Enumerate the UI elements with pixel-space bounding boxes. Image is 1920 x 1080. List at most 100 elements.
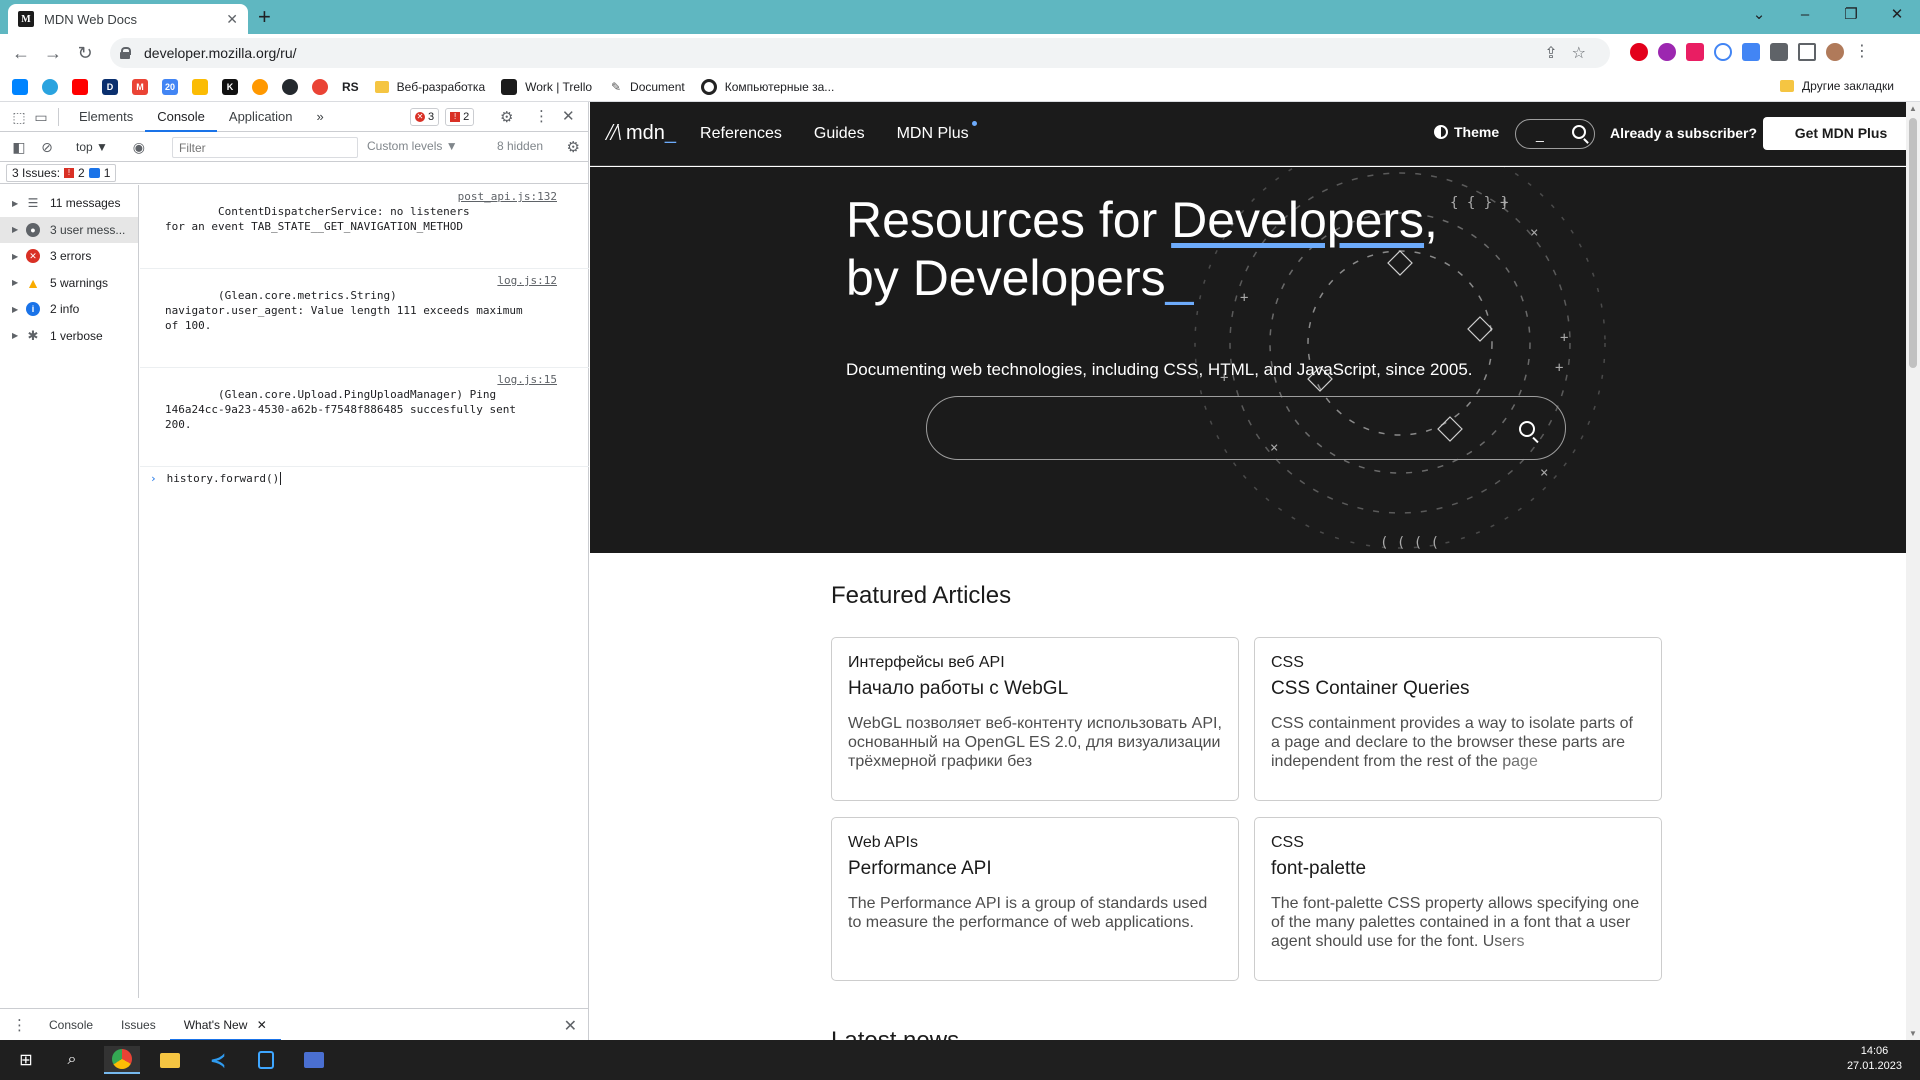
extensions-puzzle-icon[interactable] bbox=[1770, 43, 1788, 61]
drawer-tab-close-icon[interactable]: ✕ bbox=[257, 1018, 267, 1032]
bm-youtube-icon[interactable] bbox=[72, 78, 88, 95]
system-clock[interactable]: 14:06 27.01.2023 bbox=[1847, 1044, 1902, 1074]
new-tab-button[interactable]: + bbox=[258, 5, 271, 29]
bookmark-item[interactable]: Веб-разработка bbox=[374, 80, 485, 94]
bm-orange-icon[interactable] bbox=[252, 78, 268, 95]
remote-app-icon[interactable] bbox=[296, 1046, 332, 1074]
clear-console-icon[interactable]: ⊘ bbox=[38, 138, 56, 156]
hero-developers-link[interactable]: Developers bbox=[1171, 192, 1424, 248]
more-tabs-icon[interactable]: » bbox=[305, 102, 336, 132]
windows-start-icon[interactable]: ⊞ bbox=[8, 1046, 44, 1074]
console-prompt[interactable]: › history.forward() bbox=[140, 467, 589, 490]
share-icon[interactable]: ⇪ bbox=[1544, 45, 1571, 62]
header-search[interactable]: _ bbox=[1515, 119, 1595, 149]
get-mdn-plus-button[interactable]: Get MDN Plus bbox=[1763, 117, 1919, 150]
side-panel-icon[interactable] bbox=[1798, 43, 1816, 61]
card-category[interactable]: Интерфейсы веб API bbox=[848, 654, 1222, 672]
tab-search-icon[interactable]: ⌄ bbox=[1736, 0, 1782, 30]
browser-menu-icon[interactable]: ⋮ bbox=[1854, 43, 1870, 61]
scroll-down-icon[interactable]: ▼ bbox=[1909, 1029, 1917, 1038]
opera-extension-icon[interactable] bbox=[1630, 43, 1648, 61]
browser-tab[interactable]: M MDN Web Docs ✕ bbox=[8, 4, 248, 34]
restore-button[interactable]: ❐ bbox=[1828, 0, 1874, 30]
bookmark-item[interactable]: Work | Trello bbox=[501, 78, 592, 95]
bm-gmail-icon[interactable]: M bbox=[132, 78, 148, 95]
card-title[interactable]: font-palette bbox=[1271, 858, 1645, 880]
article-card[interactable]: Интерфейсы веб API Начало работы с WebGL… bbox=[831, 637, 1239, 801]
bm-rs[interactable]: RS bbox=[342, 80, 359, 94]
sidebar-item-errors[interactable]: ▶ ✕ 3 errors bbox=[0, 243, 138, 270]
source-link[interactable]: log.js:12 bbox=[497, 273, 557, 288]
tab-close-icon[interactable]: ✕ bbox=[226, 11, 238, 28]
extension-blue-icon[interactable] bbox=[1714, 43, 1732, 61]
hero-search-input[interactable] bbox=[926, 396, 1566, 460]
article-card[interactable]: Web APIs Performance API The Performance… bbox=[831, 817, 1239, 981]
card-title[interactable]: CSS Container Queries bbox=[1271, 678, 1645, 700]
settings-gear-icon[interactable]: ⚙ bbox=[500, 108, 513, 126]
drawer-tab-issues[interactable]: Issues bbox=[107, 1009, 170, 1041]
card-category[interactable]: CSS bbox=[1271, 654, 1645, 672]
device-toolbar-icon[interactable]: ▭ bbox=[32, 108, 50, 126]
console-settings-icon[interactable]: ⚙ bbox=[567, 138, 580, 156]
extension-pink-icon[interactable] bbox=[1686, 43, 1704, 61]
tab-console[interactable]: Console bbox=[145, 102, 217, 132]
error-count-badge[interactable]: ✕ 3 bbox=[410, 108, 440, 126]
translate-extension-icon[interactable] bbox=[1742, 43, 1760, 61]
console-filter-input[interactable] bbox=[172, 137, 358, 158]
close-devtools-icon[interactable]: ✕ bbox=[562, 107, 575, 125]
address-bar[interactable]: developer.mozilla.org/ru/ ⇪☆ bbox=[110, 38, 1610, 68]
card-title[interactable]: Performance API bbox=[848, 858, 1222, 880]
sidebar-item-messages[interactable]: ▶ ☰ 11 messages bbox=[0, 190, 138, 217]
back-button[interactable]: ← bbox=[8, 41, 34, 65]
sidebar-item-warnings[interactable]: ▶ ▲ 5 warnings bbox=[0, 270, 138, 297]
search-icon[interactable]: ⌕ bbox=[54, 1046, 90, 1074]
page-scrollbar[interactable]: ▲ ▼ bbox=[1906, 102, 1920, 1040]
nav-guides[interactable]: Guides bbox=[814, 125, 865, 143]
profile-avatar[interactable] bbox=[1826, 43, 1844, 61]
minimize-button[interactable]: – bbox=[1782, 0, 1828, 30]
drawer-tab-console[interactable]: Console bbox=[35, 1009, 107, 1041]
close-drawer-icon[interactable]: ✕ bbox=[564, 1016, 577, 1036]
sidebar-item-user-messages[interactable]: ▶ ● 3 user mess... bbox=[0, 216, 138, 243]
sidebar-item-verbose[interactable]: ▶ ✱ 1 verbose bbox=[0, 323, 138, 350]
sidebar-item-info[interactable]: ▶ i 2 info bbox=[0, 296, 138, 323]
bm-keep-icon[interactable] bbox=[192, 78, 208, 95]
search-icon[interactable] bbox=[1519, 421, 1535, 437]
bm-k-icon[interactable]: K bbox=[222, 78, 238, 95]
subscriber-login-link[interactable]: Already a subscriber? bbox=[1610, 125, 1757, 141]
inspect-element-icon[interactable]: ⬚ bbox=[10, 108, 28, 126]
bm-messenger-icon[interactable] bbox=[12, 78, 28, 95]
nav-mdn-plus[interactable]: MDN Plus bbox=[897, 120, 977, 143]
prompt-input-text[interactable]: history.forward() bbox=[167, 472, 280, 485]
bm-telegram-icon[interactable] bbox=[42, 78, 58, 95]
article-card[interactable]: CSS font-palette The font-palette CSS pr… bbox=[1254, 817, 1662, 981]
other-bookmarks[interactable]: Другие закладки bbox=[1780, 79, 1910, 93]
scroll-up-icon[interactable]: ▲ bbox=[1909, 104, 1917, 113]
context-select[interactable]: top ▼ bbox=[76, 140, 108, 154]
bm-google-icon[interactable] bbox=[312, 78, 328, 95]
bm-github-icon[interactable] bbox=[282, 78, 298, 95]
nav-references[interactable]: References bbox=[700, 125, 782, 143]
reload-button[interactable]: ↻ bbox=[72, 41, 98, 65]
article-card[interactable]: CSS CSS Container Queries CSS containmen… bbox=[1254, 637, 1662, 801]
source-link[interactable]: log.js:15 bbox=[497, 372, 557, 387]
log-levels-dropdown[interactable]: Custom levels ▼ bbox=[367, 139, 458, 153]
tab-application[interactable]: Application bbox=[217, 102, 305, 132]
live-expression-eye-icon[interactable]: ◉ bbox=[130, 138, 148, 156]
mdn-logo[interactable]: //\ mdn _ bbox=[606, 120, 676, 147]
warning-count-badge[interactable]: ! 2 bbox=[445, 108, 475, 126]
source-link[interactable]: post_api.js:132 bbox=[458, 189, 557, 204]
extension-purple-icon[interactable] bbox=[1658, 43, 1676, 61]
bookmark-item[interactable]: ✎ Document bbox=[608, 79, 685, 95]
card-title[interactable]: Начало работы с WebGL bbox=[848, 678, 1222, 700]
bookmark-star-icon[interactable]: ☆ bbox=[1572, 45, 1600, 62]
chrome-taskbar-icon[interactable] bbox=[104, 1046, 140, 1074]
drawer-tab-whats-new[interactable]: What's New ✕ bbox=[169, 1008, 281, 1041]
file-explorer-icon[interactable] bbox=[152, 1046, 188, 1074]
card-category[interactable]: Web APIs bbox=[848, 834, 1222, 852]
devtools-menu-icon[interactable]: ⋮ bbox=[534, 107, 549, 125]
issues-button[interactable]: 3 Issues: ! 2 1 bbox=[6, 163, 117, 182]
bm-calendar-icon[interactable]: 20 bbox=[162, 78, 178, 95]
tab-elements[interactable]: Elements bbox=[67, 102, 145, 132]
card-category[interactable]: CSS bbox=[1271, 834, 1645, 852]
